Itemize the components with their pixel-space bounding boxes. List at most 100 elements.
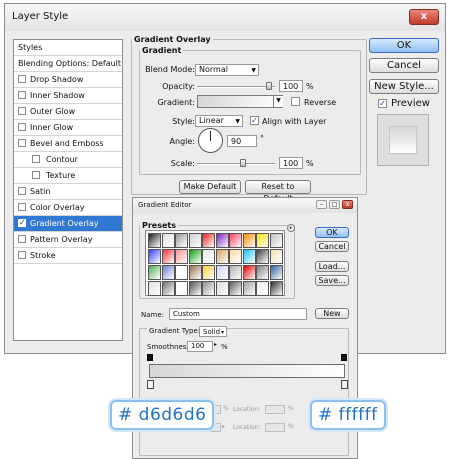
preset-swatch[interactable] [269,233,283,248]
angle-input[interactable]: 90 [227,135,257,147]
style-checkbox[interactable] [18,251,26,259]
blend-mode-select[interactable]: Normal ▼ [195,64,259,76]
preset-swatch[interactable] [269,265,283,280]
style-checkbox[interactable] [18,235,26,243]
preset-swatch[interactable] [148,265,161,280]
preset-swatch[interactable] [269,249,283,264]
opacity-stop-left[interactable] [147,354,153,361]
color-stop-left[interactable] [147,380,154,389]
style-checkbox[interactable] [18,91,26,99]
preset-swatch[interactable] [175,281,188,296]
preset-swatch[interactable] [242,281,256,296]
preset-swatch[interactable] [161,281,175,296]
preset-swatch[interactable] [229,249,242,264]
scale-slider-handle[interactable] [240,159,246,167]
new-gradient-button[interactable]: New [315,308,349,319]
close-icon[interactable]: x [409,9,439,25]
scale-input[interactable]: 100 [279,157,303,169]
preset-swatch[interactable] [256,281,269,296]
style-list-item[interactable]: Inner Glow [14,120,122,136]
style-checkbox[interactable] [18,139,26,147]
preset-swatch[interactable] [229,233,242,248]
preset-swatch[interactable] [202,249,215,264]
preset-swatch[interactable] [202,281,215,296]
gradient-ok-button[interactable]: OK [315,227,349,238]
preset-swatch[interactable] [188,233,202,248]
gradient-type-select[interactable]: Solid ▾ [199,326,227,337]
preview-checkbox[interactable]: ✓ [378,99,387,108]
preset-swatch[interactable] [215,265,229,280]
load-button[interactable]: Load... [315,261,349,272]
preset-swatch[interactable] [161,249,175,264]
preset-swatch[interactable] [256,233,269,248]
style-checkbox[interactable] [18,203,26,211]
stop-color-location-input[interactable] [265,423,285,432]
name-input[interactable]: Custom [169,308,307,320]
gradient-dropdown-arrow-icon[interactable]: ▼ [273,96,283,107]
style-list-item[interactable]: ✓ Gradient Overlay [14,216,122,232]
presets-menu-icon[interactable]: ▸ [287,224,295,232]
style-list-item[interactable]: Bevel and Emboss [14,136,122,152]
preset-swatch[interactable] [269,281,283,296]
save-button[interactable]: Save... [315,275,349,286]
preset-swatch[interactable] [188,281,202,296]
style-checkbox[interactable] [32,171,40,179]
angle-dial[interactable] [198,128,223,153]
style-list-item[interactable]: Color Overlay [14,200,122,216]
maximize-icon[interactable]: □ [329,200,340,209]
align-with-layer-checkbox[interactable]: ✓ [250,116,259,125]
preset-swatch[interactable] [175,265,188,280]
preset-swatch[interactable] [229,281,242,296]
preset-swatch[interactable] [242,249,256,264]
new-style-button[interactable]: New Style... [369,79,439,94]
style-checkbox[interactable]: ✓ [18,219,26,227]
ok-button[interactable]: OK [369,38,439,53]
style-list-item[interactable]: Inner Shadow [14,88,122,104]
gradient-preview-bar[interactable] [149,364,345,378]
preset-swatch[interactable] [215,233,229,248]
preset-swatch[interactable] [242,233,256,248]
preset-swatch[interactable] [229,265,242,280]
gradient-picker[interactable] [197,95,283,108]
chevron-right-icon[interactable]: ▸ [214,341,217,348]
style-select[interactable]: Linear ▼ [195,115,243,127]
style-checkbox[interactable] [18,123,26,131]
style-list-item[interactable]: Stroke [14,248,122,264]
opacity-input[interactable]: 100 [279,80,303,92]
gradient-cancel-button[interactable]: Cancel [315,241,349,252]
style-list-item[interactable]: Pattern Overlay [14,232,122,248]
style-checkbox[interactable] [18,75,26,83]
preset-swatch[interactable] [175,249,188,264]
preset-swatch[interactable] [161,233,175,248]
style-checkbox[interactable] [18,187,26,195]
opacity-slider-track[interactable] [197,86,275,88]
preset-swatch[interactable] [202,265,215,280]
preset-swatch[interactable] [256,265,269,280]
opacity-stop-right[interactable] [341,354,347,361]
smoothness-input[interactable]: 100 [187,341,213,352]
make-default-button[interactable]: Make Default [179,180,241,194]
preset-swatch[interactable] [188,265,202,280]
opacity-slider-handle[interactable] [266,82,272,90]
minimize-icon[interactable]: – [316,200,327,209]
close-icon[interactable]: x [342,200,353,209]
preset-swatch[interactable] [175,233,188,248]
style-list-item[interactable]: Styles [14,40,122,56]
preset-swatch[interactable] [215,281,229,296]
color-stop-right[interactable] [341,380,348,389]
reverse-checkbox[interactable] [291,97,300,106]
scale-slider-track[interactable] [197,163,275,165]
chevron-right-icon[interactable]: ▸ [222,423,225,430]
preset-swatch[interactable] [148,233,161,248]
style-checkbox[interactable] [32,155,40,163]
style-list-item[interactable]: Blending Options: Default [14,56,122,72]
style-list-item[interactable]: Drop Shadow [14,72,122,88]
style-list-item[interactable]: Texture [14,168,122,184]
stop-location-input[interactable] [265,405,285,414]
preset-swatch[interactable] [202,233,215,248]
style-checkbox[interactable] [18,107,26,115]
preset-swatch[interactable] [256,249,269,264]
preset-swatch[interactable] [148,249,161,264]
style-list-item[interactable]: Satin [14,184,122,200]
preset-swatch[interactable] [161,265,175,280]
